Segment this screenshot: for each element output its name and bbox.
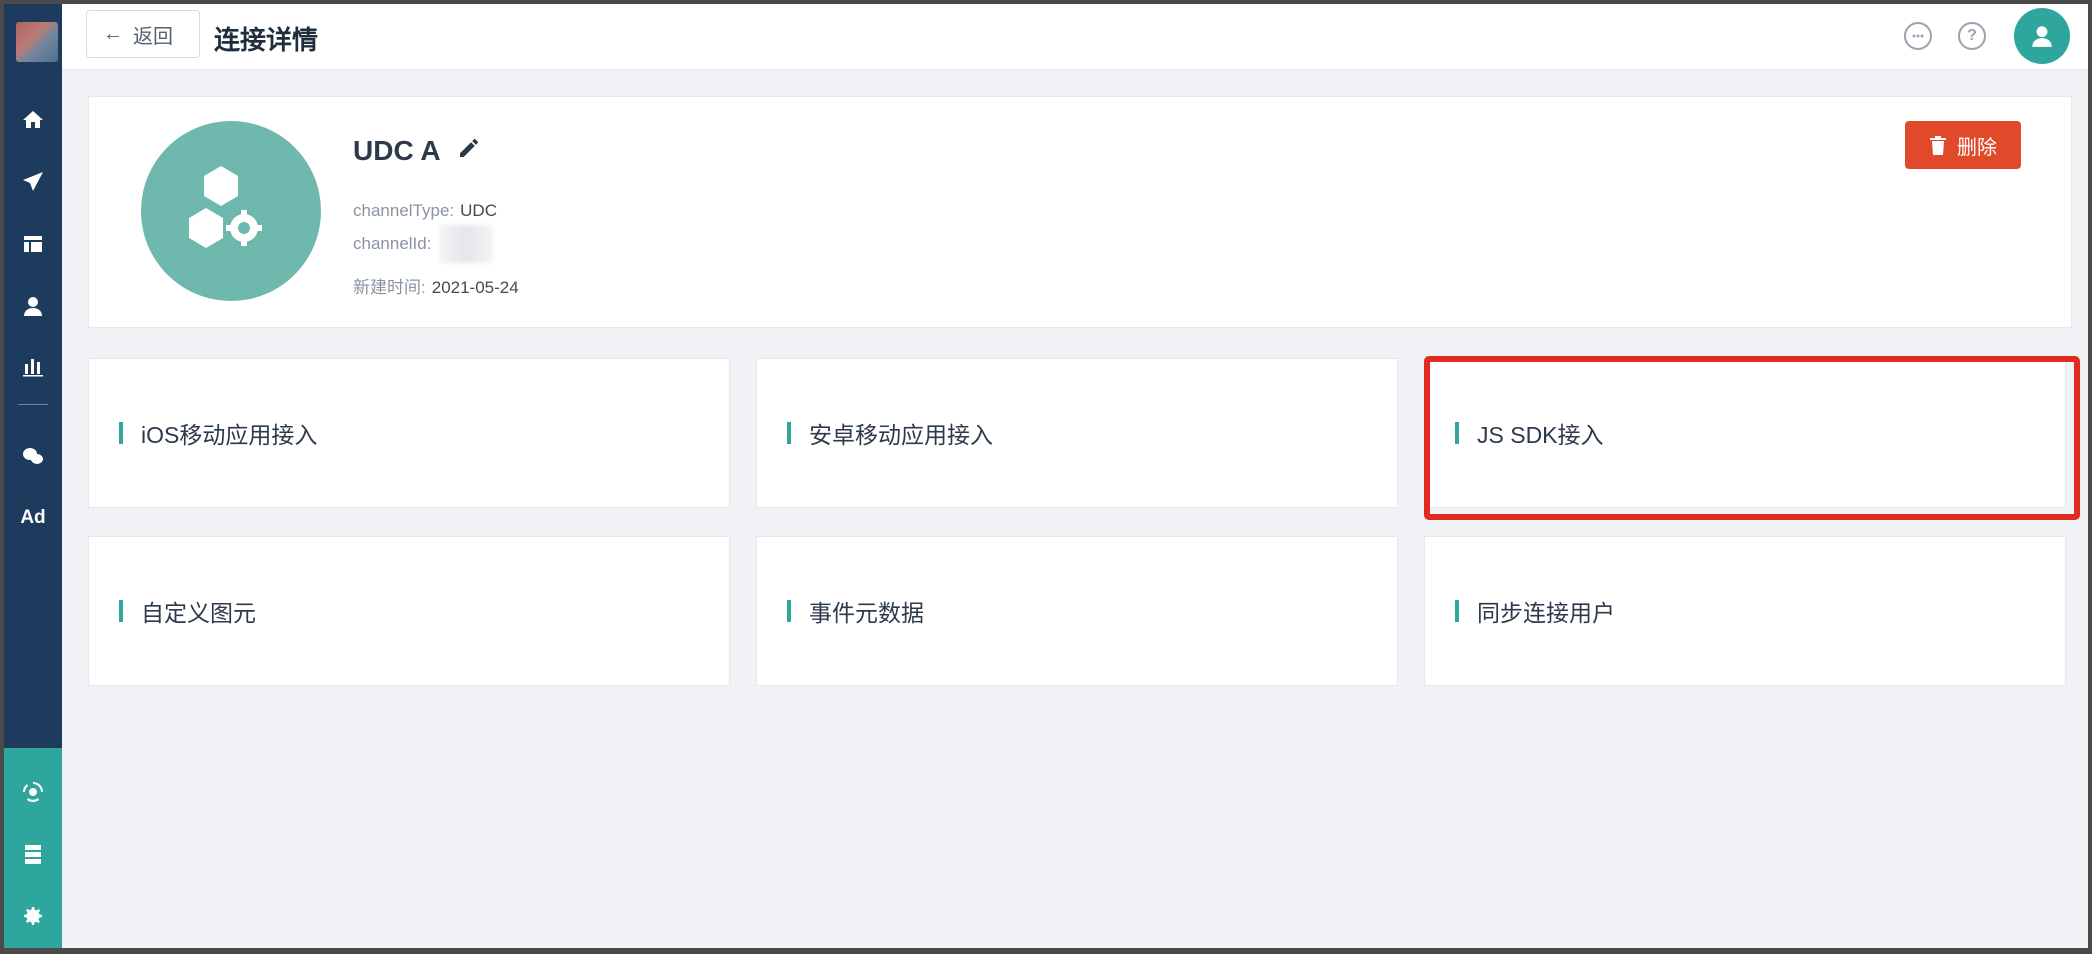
channel-type-value: UDC [460,201,497,220]
user-avatar-icon[interactable] [2014,8,2070,64]
app-logo [16,22,58,62]
tile-js-sdk-integration[interactable]: JS SDK接入 [1424,358,2066,508]
arrow-left-icon: ← [103,22,123,45]
tile-label: iOS移动应用接入 [141,422,318,448]
home-icon[interactable] [4,100,62,140]
connection-icon[interactable] [4,772,62,812]
tile-accent-bar [787,422,791,444]
channel-type-label: channelType: [353,201,455,220]
delete-button[interactable]: 删除 [1905,121,2021,169]
channel-logo-icon [141,121,321,301]
tile-accent-bar [119,422,123,444]
top-header: ← 返回 连接详情 ? [62,4,2088,70]
edit-icon[interactable] [457,135,481,167]
delete-button-label: 删除 [1957,136,1997,159]
page-title: 连接详情 [214,25,319,55]
tile-sync-users[interactable]: 同步连接用户 [1424,536,2066,686]
back-button[interactable]: ← 返回 [86,10,200,58]
sidebar: Ad [4,4,62,948]
wechat-icon[interactable] [4,436,62,476]
channel-id-label: channelId: [353,234,432,253]
tile-label: JS SDK接入 [1477,422,1604,448]
channel-name: UDC A [353,135,481,167]
help-icon[interactable]: ? [1958,22,1986,50]
channel-info-card: UDC A channelType: UDC channelId: 新建时间: 20… [88,96,2072,328]
tile-ios-integration[interactable]: iOS移动应用接入 [88,358,730,508]
send-icon[interactable] [4,162,62,202]
tile-label: 同步连接用户 [1477,600,1615,626]
tile-label: 事件元数据 [809,600,924,626]
sidebar-bottom-panel [4,748,62,948]
created-time-label: 新建时间: [353,278,426,297]
app-window: Ad ← 返回 连接详情 ? UDC A channelType: UDC ch… [4,4,2088,948]
layout-icon[interactable] [4,224,62,264]
channel-type-row: channelType: UDC [353,201,497,221]
tile-event-metadata[interactable]: 事件元数据 [756,536,1398,686]
tile-label: 自定义图元 [141,600,256,626]
created-time-row: 新建时间: 2021-05-24 [353,273,519,298]
sidebar-divider [18,404,48,405]
user-icon[interactable] [4,286,62,326]
channel-id-row: channelId: [353,225,494,263]
bar-chart-icon[interactable] [4,346,62,386]
settings-icon[interactable] [4,896,62,936]
tile-accent-bar [787,600,791,622]
channel-id-value-redacted [439,225,494,263]
trash-icon [1930,136,1946,155]
tile-accent-bar [1455,600,1459,622]
back-button-label: 返回 [133,25,173,48]
tile-accent-bar [119,600,123,622]
ad-icon[interactable]: Ad [4,498,62,538]
tile-label: 安卓移动应用接入 [809,422,993,448]
created-time-value: 2021-05-24 [431,278,519,297]
tile-accent-bar [1455,422,1459,444]
channel-name-text: UDC A [353,135,441,166]
tile-android-integration[interactable]: 安卓移动应用接入 [756,358,1398,508]
tile-custom-elements[interactable]: 自定义图元 [88,536,730,686]
chat-icon[interactable] [1904,22,1932,50]
database-icon[interactable] [4,834,62,874]
